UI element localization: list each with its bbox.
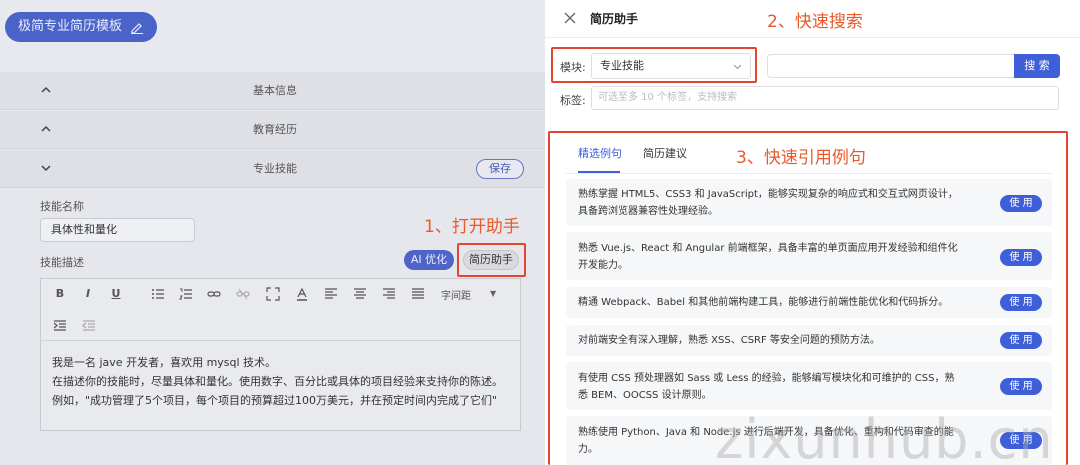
section-basic-info[interactable]: 基本信息 bbox=[0, 72, 545, 110]
example-item: 熟悉 Vue.js、React 和 Angular 前端框架，具备丰富的单页面应… bbox=[566, 232, 1052, 280]
skill-name-label: 技能名称 bbox=[40, 200, 84, 213]
example-text: 熟练掌握 HTML5、CSS3 和 JavaScript，能够实现复杂的响应式和… bbox=[578, 186, 968, 220]
numbered-list-icon[interactable] bbox=[179, 287, 193, 301]
section-label: 基本信息 bbox=[253, 84, 297, 97]
example-line: 悉 BEM、OOCSS 设计原则。 bbox=[578, 390, 712, 401]
example-text: 对前端安全有深入理解，熟悉 XSS、CSRF 等安全问题的预防方法。 bbox=[578, 332, 968, 349]
font-color-icon[interactable] bbox=[295, 287, 309, 301]
annotation-box-step2 bbox=[551, 47, 757, 83]
search-input[interactable] bbox=[767, 54, 1015, 78]
caret-down-icon: ▼ bbox=[490, 289, 497, 298]
example-line: 精通 Webpack、Babel 和其他前端构建工具，能够进行前端性能优化和代码… bbox=[578, 297, 949, 308]
tags-label: 标签: bbox=[560, 94, 586, 107]
editor-toolbar: B I U 字间距 ▼ bbox=[41, 279, 520, 341]
indent-icon[interactable] bbox=[53, 319, 67, 333]
section-label: 专业技能 bbox=[253, 162, 297, 175]
use-button[interactable]: 使 用 bbox=[1000, 249, 1042, 266]
chevron-up-icon bbox=[41, 86, 51, 93]
ai-optimize-button[interactable]: AI 优化 bbox=[404, 250, 454, 270]
example-line: 熟悉 Vue.js、React 和 Angular 前端框架，具备丰富的单页面应… bbox=[578, 243, 958, 254]
section-label: 教育经历 bbox=[253, 123, 297, 136]
resume-editor: 极简专业简历模板 基本信息 教育经历 专业技能 保存 技能名称 具体性和量化 技… bbox=[0, 0, 545, 465]
align-left-icon[interactable] bbox=[324, 287, 338, 301]
section-education[interactable]: 教育经历 bbox=[0, 111, 545, 149]
tags-input[interactable]: 可选至多 10 个标签，支持搜索 bbox=[591, 86, 1059, 110]
close-icon[interactable] bbox=[564, 12, 576, 24]
example-text: 熟悉 Vue.js、React 和 Angular 前端框架，具备丰富的单页面应… bbox=[578, 240, 968, 274]
rich-text-editor[interactable]: B I U 字间距 ▼ 我是一名 jave 开发者，喜欢用 mysql 技术。 … bbox=[40, 278, 521, 431]
tab-featured-examples[interactable]: 精选例句 bbox=[578, 140, 622, 168]
search-button[interactable]: 搜 索 bbox=[1014, 54, 1060, 78]
chevron-up-icon bbox=[41, 125, 51, 132]
section-skills[interactable]: 专业技能 保存 bbox=[0, 150, 545, 188]
watermark: zixunhub.cn bbox=[715, 408, 1054, 465]
unlink-icon[interactable] bbox=[236, 287, 250, 301]
example-item: 精通 Webpack、Babel 和其他前端构建工具，能够进行前端性能优化和代码… bbox=[566, 287, 1052, 318]
align-center-icon[interactable] bbox=[353, 287, 367, 301]
example-line: 熟练掌握 HTML5、CSS3 和 JavaScript，能够实现复杂的响应式和… bbox=[578, 189, 958, 200]
example-text: 精通 Webpack、Babel 和其他前端构建工具，能够进行前端性能优化和代码… bbox=[578, 294, 968, 311]
tab-resume-advice[interactable]: 简历建议 bbox=[643, 140, 687, 168]
align-right-icon[interactable] bbox=[382, 287, 396, 301]
chevron-down-icon bbox=[41, 165, 51, 172]
tabs-divider bbox=[566, 173, 1053, 174]
editor-line: 在描述你的技能时，尽量具体和量化。使用数字、百分比或具体的项目经验来支持你的陈述… bbox=[52, 375, 503, 388]
use-button[interactable]: 使 用 bbox=[1000, 378, 1042, 395]
example-item: 有使用 CSS 预处理器如 Sass 或 Less 的经验，能够编写模块化和可维… bbox=[566, 362, 1052, 410]
editor-topbar: 极简专业简历模板 bbox=[0, 0, 545, 52]
drawer-title: 简历助手 bbox=[590, 12, 639, 26]
use-button[interactable]: 使 用 bbox=[1000, 332, 1042, 349]
annotation-step1: 1、打开助手 bbox=[424, 217, 520, 237]
example-item: 对前端安全有深入理解，熟悉 XSS、CSRF 等安全问题的预防方法。 使 用 bbox=[566, 325, 1052, 356]
annotation-box-step1 bbox=[457, 243, 526, 277]
link-icon[interactable] bbox=[207, 287, 221, 301]
example-line: 开发能力。 bbox=[578, 260, 628, 271]
edit-icon bbox=[131, 23, 143, 34]
template-title-button[interactable]: 极简专业简历模板 bbox=[5, 12, 157, 42]
letter-spacing-select[interactable]: 字间距 bbox=[441, 287, 471, 302]
skill-name-input[interactable]: 具体性和量化 bbox=[40, 218, 195, 242]
italic-button[interactable]: I bbox=[81, 287, 95, 301]
save-button[interactable]: 保存 bbox=[476, 159, 524, 179]
skill-desc-label: 技能描述 bbox=[40, 256, 84, 269]
align-justify-icon[interactable] bbox=[411, 287, 425, 301]
example-line: 对前端安全有深入理解，熟悉 XSS、CSRF 等安全问题的预防方法。 bbox=[578, 335, 880, 346]
example-item: 熟练掌握 HTML5、CSS3 和 JavaScript，能够实现复杂的响应式和… bbox=[566, 179, 1052, 226]
resume-helper-drawer: 简历助手 2、快速搜索 模块: 专业技能 搜 索 标签: 可选至多 10 个标签… bbox=[545, 0, 1080, 465]
bullet-list-icon[interactable] bbox=[151, 287, 165, 301]
outdent-icon[interactable] bbox=[82, 319, 96, 333]
example-line: 具备跨浏览器兼容性处理经验。 bbox=[578, 206, 718, 217]
use-button[interactable]: 使 用 bbox=[1000, 294, 1042, 311]
underline-button[interactable]: U bbox=[109, 287, 123, 301]
annotation-step3: 3、快速引用例句 bbox=[736, 148, 866, 168]
fullscreen-icon[interactable] bbox=[266, 287, 280, 301]
example-line: 有使用 CSS 预处理器如 Sass 或 Less 的经验，能够编写模块化和可维… bbox=[578, 373, 955, 384]
use-button[interactable]: 使 用 bbox=[1000, 195, 1042, 212]
template-title: 极简专业简历模板 bbox=[18, 19, 123, 34]
bold-button[interactable]: B bbox=[53, 287, 67, 301]
annotation-step2: 2、快速搜索 bbox=[767, 12, 863, 32]
example-text: 有使用 CSS 预处理器如 Sass 或 Less 的经验，能够编写模块化和可维… bbox=[578, 370, 968, 404]
editor-content[interactable]: 我是一名 jave 开发者，喜欢用 mysql 技术。 在描述你的技能时，尽量具… bbox=[52, 353, 522, 410]
editor-line: 我是一名 jave 开发者，喜欢用 mysql 技术。 bbox=[52, 356, 277, 369]
editor-line: 例如，"成功管理了5个项目，每个项目的预算超过100万美元，并在预定时间内完成了… bbox=[52, 394, 498, 407]
